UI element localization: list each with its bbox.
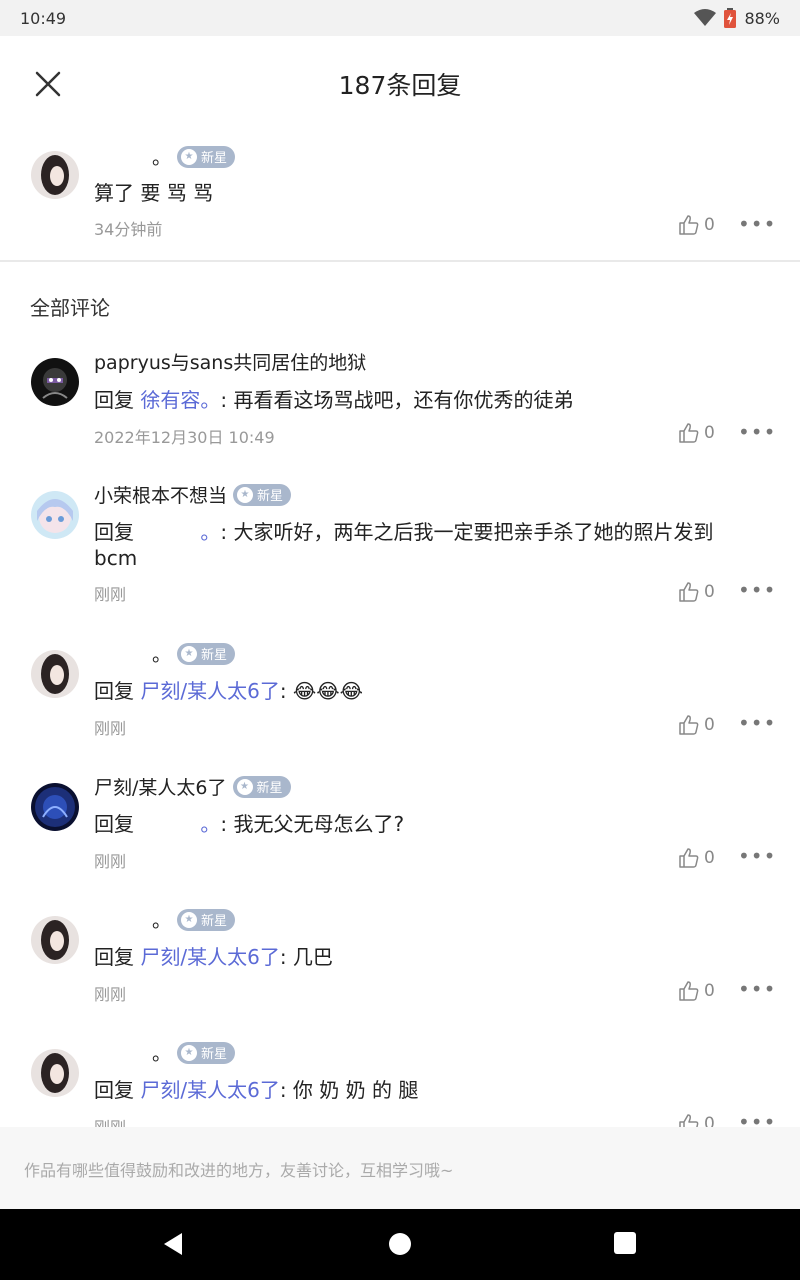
more-options-button[interactable]: ••• (738, 977, 776, 1001)
comment-item: 。 ★新星 回复 尸刻/某人太6了: 你 奶 奶 的 腿 刚刚 0 ••• (0, 1031, 800, 1127)
comment-text: 回复 。: 大家听好，两年之后我一定要把亲手杀了她的照片发到bcm (94, 520, 714, 570)
reply-target-link[interactable]: 尸刻/某人太6了 (140, 945, 279, 969)
comment-text: 算了 要 骂 骂 (94, 181, 214, 205)
like-button[interactable]: 0 (678, 714, 715, 736)
status-bar: 10:49 88% (0, 0, 800, 36)
star-icon: ★ (181, 645, 198, 662)
recent-apps-icon[interactable] (614, 1232, 636, 1254)
more-options-button[interactable]: ••• (738, 844, 776, 868)
like-count: 0 (704, 582, 715, 602)
like-button[interactable]: 0 (678, 980, 715, 1002)
avatar[interactable] (31, 491, 79, 539)
thumbs-up-icon (679, 1114, 699, 1127)
comment-text: 回复 尸刻/某人太6了: 你 奶 奶 的 腿 (94, 1078, 419, 1102)
more-options-button[interactable]: ••• (738, 420, 776, 444)
comment-time: 刚刚 (94, 719, 127, 738)
comment-time: 刚刚 (94, 585, 127, 604)
status-badge: ★ 新星 (233, 483, 292, 506)
username[interactable]: 。 ★ 新星 (94, 143, 236, 170)
status-badge: ★ 新星 (177, 908, 236, 931)
username[interactable]: 。 ★ 新星 (94, 1039, 236, 1066)
comment-text: 回复 尸刻/某人太6了: 😂😂😂 (94, 679, 364, 703)
comment-time: 刚刚 (94, 985, 127, 1004)
comment-text: 回复 徐有容。: 再看看这场骂战吧，还有你优秀的徒弟 (94, 388, 574, 412)
username[interactable]: papryus与sans共同居住的地狱 (94, 348, 366, 375)
comment-time: 刚刚 (94, 852, 127, 871)
like-count: 0 (704, 981, 715, 1001)
thumbs-up-icon (679, 423, 699, 443)
status-time: 10:49 (20, 8, 67, 28)
avatar[interactable] (31, 783, 79, 831)
thumbs-up-icon (679, 215, 699, 235)
comment-text: 回复 。: 我无父无母怎么了? (94, 812, 405, 836)
comment-input-placeholder: 作品有哪些值得鼓励和改进的地方，友善讨论，互相学习哦~ (24, 1161, 454, 1180)
star-icon: ★ (181, 1044, 198, 1061)
more-options-button[interactable]: ••• (738, 1110, 776, 1127)
avatar[interactable] (31, 916, 79, 964)
avatar[interactable] (31, 151, 79, 199)
more-options-button[interactable]: ••• (738, 212, 776, 236)
back-icon[interactable] (160, 1231, 186, 1257)
wifi-icon (694, 9, 717, 26)
status-badge: ★ 新星 (232, 775, 291, 798)
username[interactable]: 尸刻/某人太6了 ★ 新星 (94, 773, 291, 800)
comment-time: 2022年12月30日 10:49 (94, 428, 275, 447)
status-badge: ★ 新星 (177, 1041, 236, 1064)
status-badge: ★ 新星 (177, 642, 236, 665)
comment-time: 刚刚 (94, 1114, 126, 1127)
reply-target-link[interactable]: 。 (200, 812, 220, 836)
star-icon: ★ (181, 911, 198, 928)
reply-target-link[interactable]: 徐有容。 (140, 388, 220, 412)
home-icon[interactable] (389, 1233, 411, 1255)
like-count: 0 (704, 423, 715, 443)
original-comment: 。 ★ 新星 算了 要 骂 骂 34分钟前 0 ••• (0, 140, 800, 260)
battery-level: 88% (744, 8, 780, 28)
like-button[interactable]: 0 (678, 422, 715, 444)
divider (0, 260, 800, 262)
like-count: 0 (704, 1114, 715, 1127)
reply-target-link[interactable]: 尸刻/某人太6了 (140, 1078, 279, 1102)
comment-input[interactable]: 作品有哪些值得鼓励和改进的地方，友善讨论，互相学习哦~ (0, 1127, 800, 1209)
comment-text: 回复 尸刻/某人太6了: 几巴 (94, 945, 333, 969)
like-button[interactable]: 0 (678, 581, 715, 603)
star-icon: ★ (181, 148, 198, 165)
like-count: 0 (704, 215, 715, 235)
avatar[interactable] (31, 650, 79, 698)
page-title: 187条回复 (338, 71, 462, 100)
like-count: 0 (704, 848, 715, 868)
thumbs-up-icon (679, 981, 699, 1001)
more-options-button[interactable]: ••• (738, 578, 776, 602)
header: 187条回复 (0, 36, 800, 132)
status-badge: ★ 新星 (177, 145, 236, 168)
star-icon: ★ (237, 486, 254, 503)
thumbs-up-icon (679, 715, 699, 735)
avatar[interactable] (31, 1049, 79, 1097)
reply-target-link[interactable]: 尸刻/某人太6了 (140, 679, 279, 703)
username[interactable]: 。 ★ 新星 (94, 906, 236, 933)
like-count: 0 (704, 715, 715, 735)
reply-target-link[interactable]: 。 (200, 520, 220, 544)
section-label: 全部评论 (30, 296, 110, 320)
like-button[interactable]: 0 (678, 1113, 715, 1127)
like-button[interactable]: 0 (678, 214, 715, 236)
star-icon: ★ (236, 778, 253, 795)
thumbs-up-icon (679, 848, 699, 868)
like-button[interactable]: 0 (678, 847, 715, 869)
thumbs-up-icon (679, 582, 699, 602)
comment-time: 34分钟前 (94, 220, 163, 239)
navigation-bar (0, 1209, 800, 1280)
avatar[interactable] (31, 358, 79, 406)
username[interactable]: 。 ★ 新星 (94, 640, 236, 667)
battery-icon (724, 8, 737, 28)
username[interactable]: 小荣根本不想当 ★ 新星 (94, 481, 292, 508)
username-text: 。 (152, 147, 172, 169)
more-options-button[interactable]: ••• (738, 711, 776, 735)
